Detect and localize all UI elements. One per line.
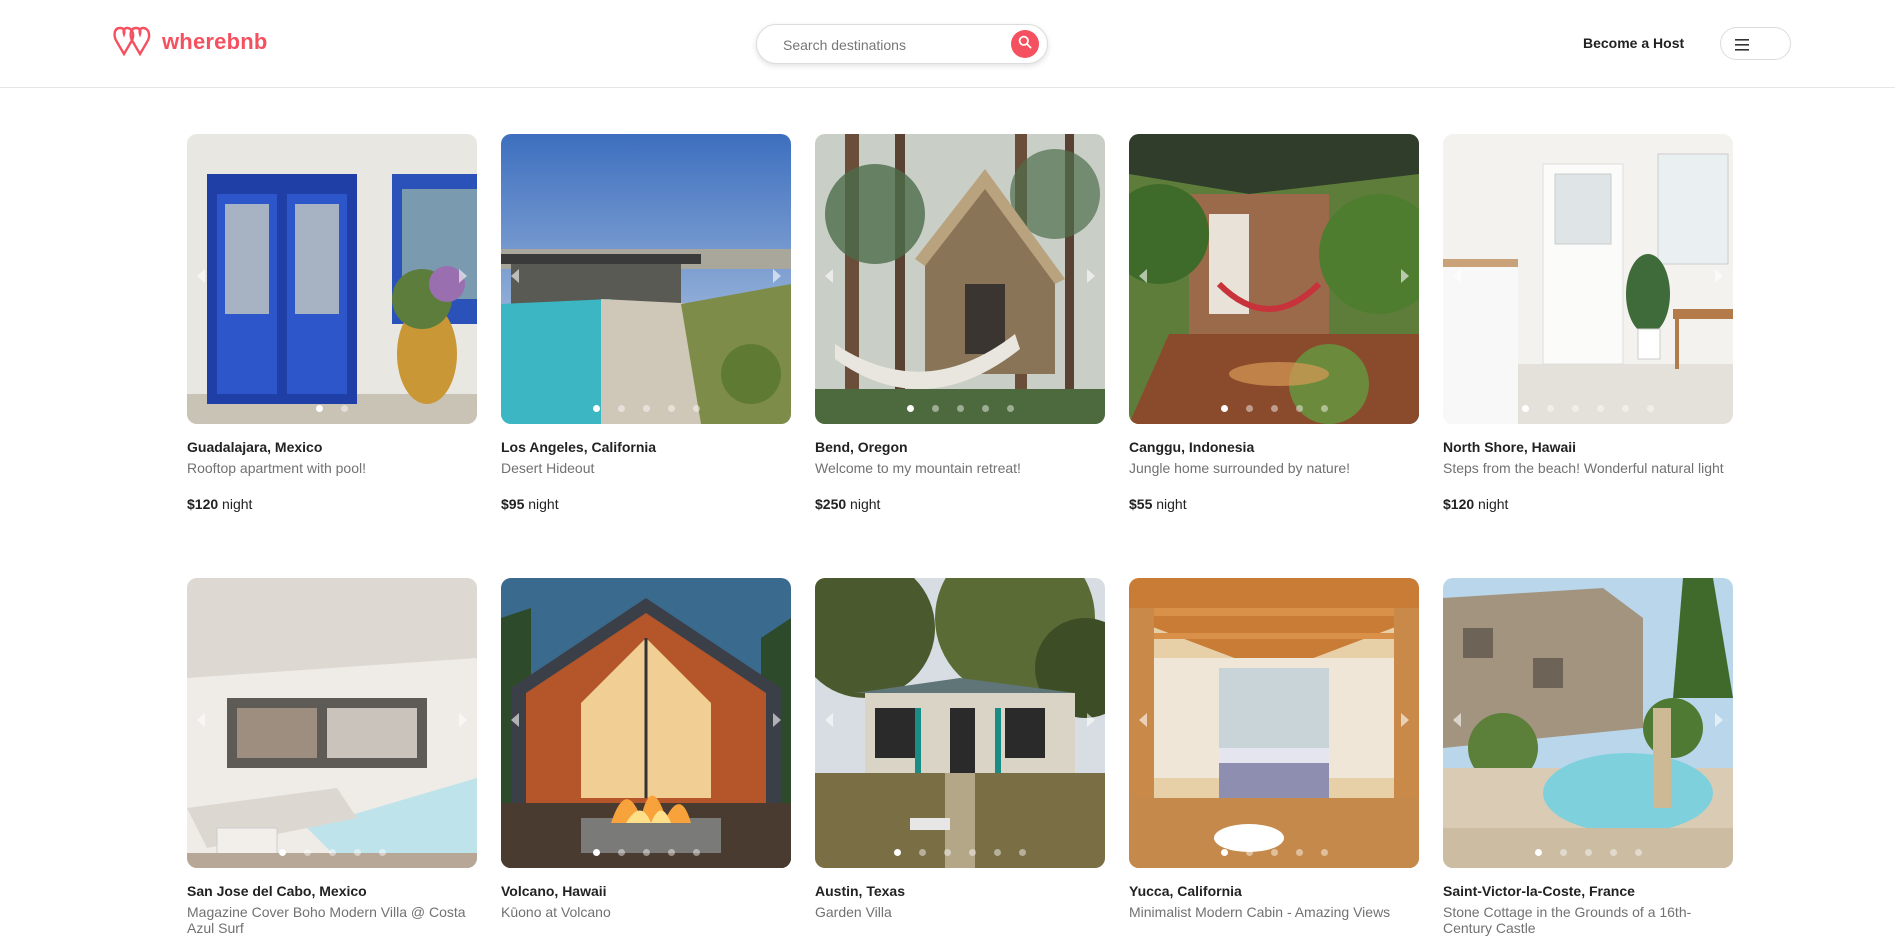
listing-description: Garden Villa <box>815 904 892 920</box>
photo-dots <box>1129 405 1419 412</box>
listing-photo[interactable] <box>1129 578 1419 868</box>
next-photo-icon[interactable] <box>459 269 467 283</box>
listing-card[interactable]: Guadalajara, Mexico Rooftop apartment wi… <box>187 134 477 512</box>
listing-photo[interactable] <box>187 134 477 424</box>
photo-dots <box>501 849 791 856</box>
photo-dots <box>815 405 1105 412</box>
search-input[interactable] <box>781 34 1005 56</box>
listing-card[interactable]: Los Angeles, California Desert Hideout $… <box>501 134 791 512</box>
listing-card[interactable]: North Shore, Hawaii Steps from the beach… <box>1443 134 1733 512</box>
listing-location: San Jose del Cabo, Mexico <box>187 883 367 899</box>
previous-photo-icon[interactable] <box>1139 269 1147 283</box>
previous-photo-icon[interactable] <box>1139 713 1147 727</box>
listing-photo[interactable] <box>501 578 791 868</box>
listing-price: $95 night <box>501 496 559 512</box>
listing-location: North Shore, Hawaii <box>1443 439 1577 455</box>
next-photo-icon[interactable] <box>1401 713 1409 727</box>
listing-photo[interactable] <box>501 134 791 424</box>
next-photo-icon[interactable] <box>1715 713 1723 727</box>
next-photo-icon[interactable] <box>1087 713 1095 727</box>
previous-photo-icon[interactable] <box>197 269 205 283</box>
listing-photo[interactable] <box>1443 578 1733 868</box>
listing-location: Canggu, Indonesia <box>1129 439 1255 455</box>
search-icon <box>1018 35 1032 54</box>
listing-description: Desert Hideout <box>501 460 595 476</box>
photo-dots <box>187 849 477 856</box>
previous-photo-icon[interactable] <box>825 713 833 727</box>
previous-photo-icon[interactable] <box>197 713 205 727</box>
listing-price: $250 night <box>815 496 881 512</box>
listing-description: Steps from the beach! Wonderful natural … <box>1443 460 1724 476</box>
listing-location: Yucca, California <box>1129 883 1242 899</box>
listing-photo[interactable] <box>187 578 477 868</box>
listing-location: Los Angeles, California <box>501 439 657 455</box>
listing-description: Jungle home surrounded by nature! <box>1129 460 1351 476</box>
listing-card[interactable]: Yucca, California Minimalist Modern Cabi… <box>1129 578 1419 936</box>
listing-price: $55 night <box>1129 496 1187 512</box>
previous-photo-icon[interactable] <box>1453 269 1461 283</box>
listing-card[interactable]: Austin, Texas Garden Villa <box>815 578 1105 936</box>
listing-photo[interactable] <box>815 578 1105 868</box>
listing-location: Guadalajara, Mexico <box>187 439 323 455</box>
photo-dots <box>187 405 477 412</box>
next-photo-icon[interactable] <box>459 713 467 727</box>
listing-card[interactable]: Canggu, Indonesia Jungle home surrounded… <box>1129 134 1419 512</box>
listing-photo[interactable] <box>1443 134 1733 424</box>
user-menu-button[interactable] <box>1720 27 1791 60</box>
logo-text: wherebnb <box>162 29 268 54</box>
listing-description: Kūono at Volcano <box>501 904 611 920</box>
logo[interactable]: wherebnb <box>112 24 268 60</box>
hamburger-icon <box>1735 38 1751 56</box>
next-photo-icon[interactable] <box>773 269 781 283</box>
next-photo-icon[interactable] <box>1715 269 1723 283</box>
listing-location: Saint-Victor-la-Coste, France <box>1443 883 1635 899</box>
listing-price: $120 night <box>187 496 253 512</box>
previous-photo-icon[interactable] <box>825 269 833 283</box>
listing-description: Rooftop apartment with pool! <box>187 460 366 476</box>
listing-location: Austin, Texas <box>815 883 905 899</box>
listing-location: Bend, Oregon <box>815 439 908 455</box>
photo-dots <box>1443 849 1733 856</box>
search-bar[interactable] <box>756 24 1048 64</box>
search-button[interactable] <box>1011 30 1039 58</box>
listing-photo[interactable] <box>815 134 1105 424</box>
photo-dots <box>501 405 791 412</box>
next-photo-icon[interactable] <box>1087 269 1095 283</box>
photo-dots <box>815 849 1105 856</box>
listing-card[interactable]: San Jose del Cabo, Mexico Magazine Cover… <box>187 578 477 936</box>
listing-price: $120 night <box>1443 496 1509 512</box>
listing-card[interactable]: Volcano, Hawaii Kūono at Volcano <box>501 578 791 936</box>
previous-photo-icon[interactable] <box>1453 713 1461 727</box>
listing-location: Volcano, Hawaii <box>501 883 607 899</box>
next-photo-icon[interactable] <box>773 713 781 727</box>
listing-card[interactable]: Bend, Oregon Welcome to my mountain retr… <box>815 134 1105 512</box>
logo-icon <box>112 22 158 63</box>
become-a-host-link[interactable]: Become a Host <box>1583 35 1684 51</box>
previous-photo-icon[interactable] <box>511 269 519 283</box>
listing-description: Welcome to my mountain retreat! <box>815 460 1021 476</box>
listing-description: Magazine Cover Boho Modern Villa @ Costa… <box>187 904 466 936</box>
photo-dots <box>1443 405 1733 412</box>
header: wherebnb Become a Host <box>0 0 1895 88</box>
photo-dots <box>1129 849 1419 856</box>
listing-photo[interactable] <box>1129 134 1419 424</box>
previous-photo-icon[interactable] <box>511 713 519 727</box>
listing-card[interactable]: Saint-Victor-la-Coste, France Stone Cott… <box>1443 578 1733 936</box>
listing-description: Stone Cottage in the Grounds of a 16th-C… <box>1443 904 1692 936</box>
listing-description: Minimalist Modern Cabin - Amazing Views <box>1129 904 1391 920</box>
next-photo-icon[interactable] <box>1401 269 1409 283</box>
